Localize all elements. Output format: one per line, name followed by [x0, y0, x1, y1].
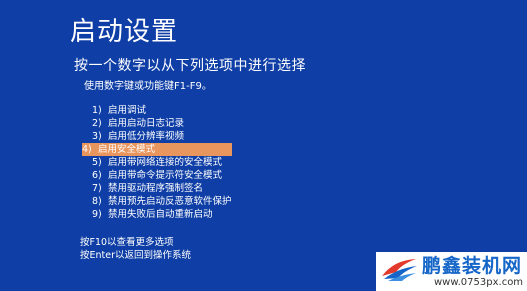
option-label: 启用安全模式 [98, 144, 156, 155]
option-number: 3) [92, 131, 102, 142]
option-enable-boot-logging[interactable]: 2) 启用启动日志记录 [82, 117, 232, 130]
option-enable-safe-mode-command-prompt[interactable]: 6) 启用带命令提示符安全模式 [82, 169, 232, 182]
more-options-hint: 按F10以查看更多选项 [80, 237, 174, 248]
option-number: 1) [92, 105, 102, 116]
option-label: 禁用驱动程序强制签名 [108, 183, 204, 194]
site-watermark: 鹏鑫装机网 www.0753px.com [376, 252, 527, 291]
option-label: 启用启动日志记录 [108, 118, 185, 129]
startup-options-list: 1) 启用调试 2) 启用启动日志记录 3) 启用低分辨率视频 4) 启用安全模式 5)… [82, 104, 232, 221]
option-label: 启用带命令提示符安全模式 [108, 170, 223, 181]
option-number: 2) [92, 118, 102, 129]
option-disable-driver-signature-enforcement[interactable]: 7) 禁用驱动程序强制签名 [82, 182, 232, 195]
option-label: 启用调试 [108, 105, 147, 116]
option-enable-low-resolution-video[interactable]: 3) 启用低分辨率视频 [82, 130, 232, 143]
footer-hints: 按F10以查看更多选项 按Enter以返回到操作系统 [80, 236, 191, 262]
option-number: 7) [92, 183, 102, 194]
option-disable-auto-restart[interactable]: 9) 禁用失败后自动重新启动 [82, 208, 232, 221]
option-enable-safe-mode-networking[interactable]: 5) 启用带网络连接的安全模式 [82, 156, 232, 169]
option-number: 6) [92, 170, 102, 181]
watermark-url: www.0753px.com [434, 277, 524, 288]
option-number: 5) [92, 157, 102, 168]
option-number: 9) [92, 209, 102, 220]
option-label: 启用低分辨率视频 [108, 131, 185, 142]
instruction-text: 按一个数字以从下列选项中进行选择 [74, 58, 306, 74]
option-enable-debugging[interactable]: 1) 启用调试 [82, 104, 232, 117]
page-title: 启动设置 [70, 17, 179, 47]
option-enable-safe-mode[interactable]: 4) 启用安全模式 [82, 143, 232, 156]
wing-logo-icon [382, 259, 417, 281]
option-number: 4) [82, 144, 92, 155]
option-label: 启用带网络连接的安全模式 [108, 157, 223, 168]
watermark-site-name: 鹏鑫装机网 [422, 255, 523, 277]
option-label: 禁用失败后自动重新启动 [108, 209, 213, 220]
option-number: 8) [92, 196, 102, 207]
option-disable-early-launch-antimalware[interactable]: 8) 禁用预先启动反恶意软件保护 [82, 195, 232, 208]
startup-settings-screen: 启动设置 按一个数字以从下列选项中进行选择 使用数字键或功能键F1-F9。 1)… [0, 0, 527, 291]
return-to-os-hint: 按Enter以返回到操作系统 [80, 250, 191, 261]
option-label: 禁用预先启动反恶意软件保护 [108, 196, 232, 207]
key-hint: 使用数字键或功能键F1-F9。 [84, 81, 212, 92]
